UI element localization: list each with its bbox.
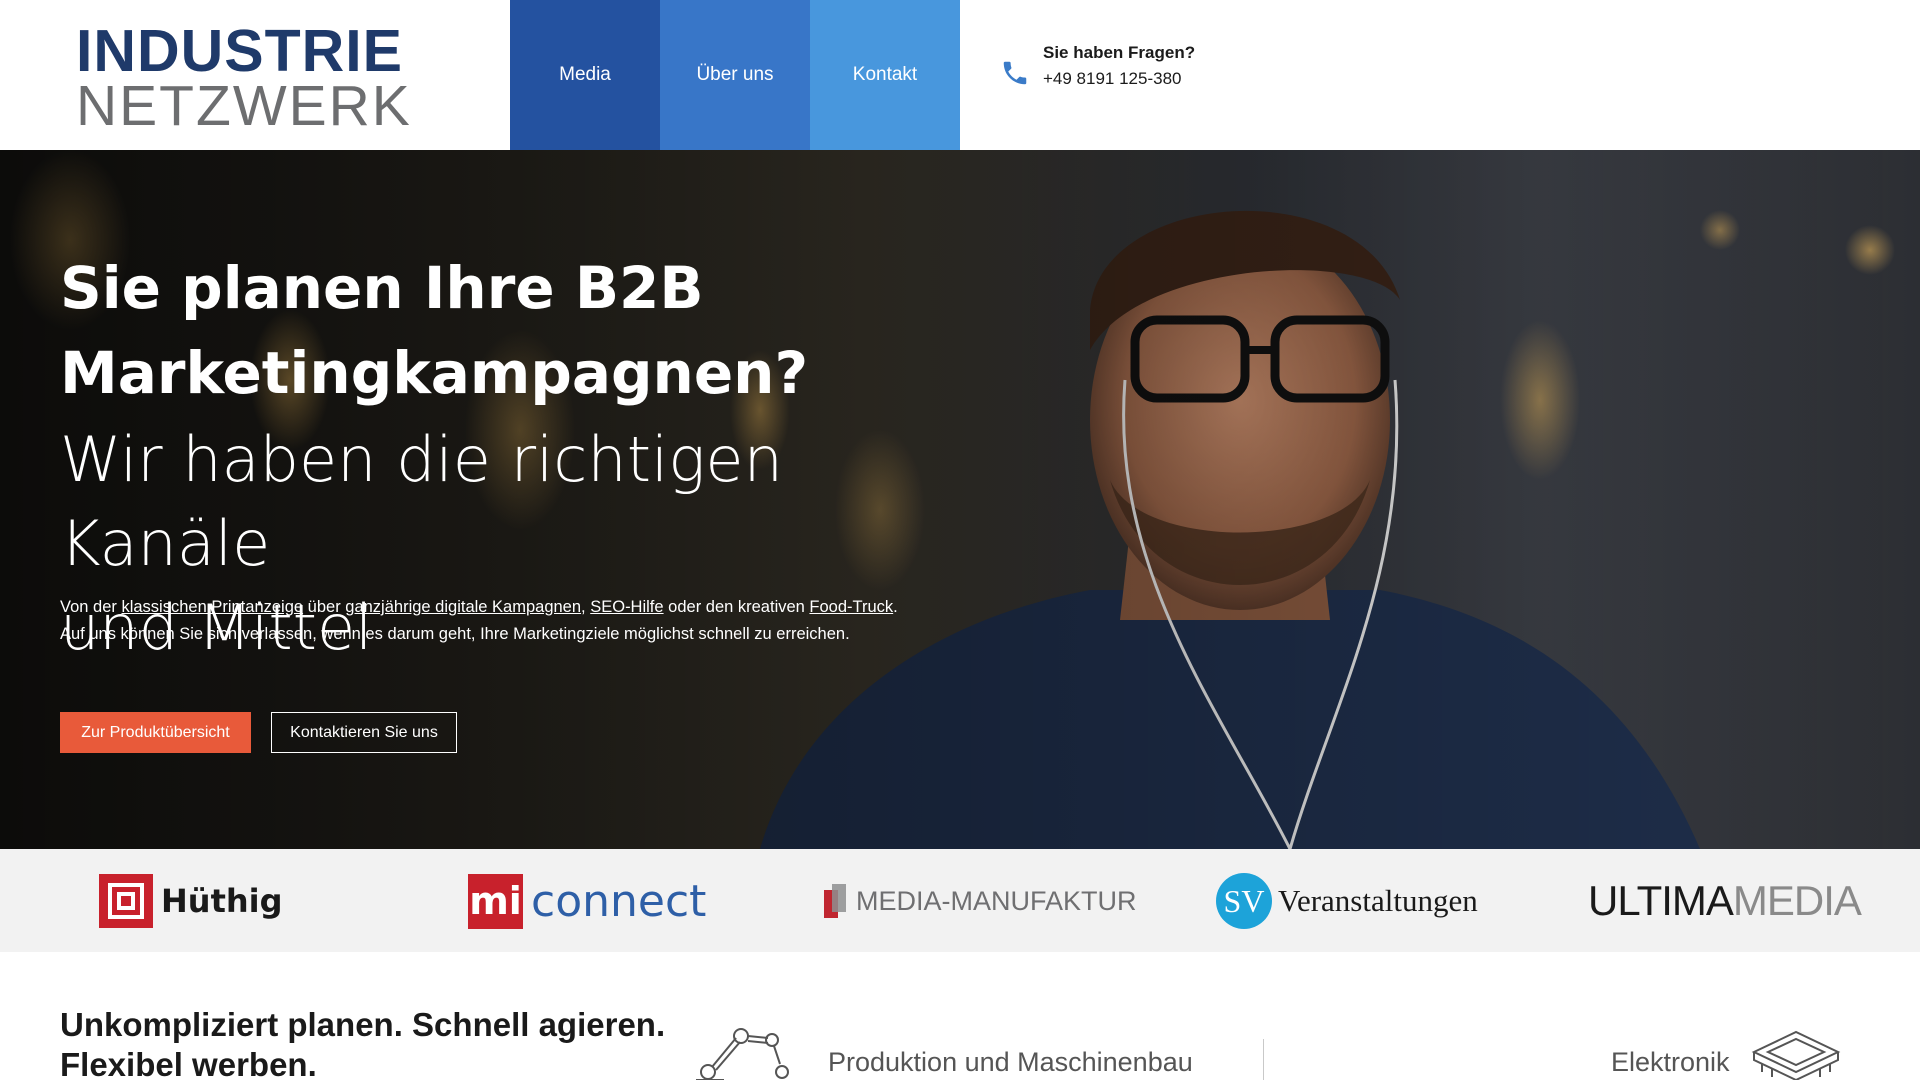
category-divider [1263, 1039, 1264, 1080]
section-title: Unkompliziert planen. Schnell agieren. F… [60, 1005, 700, 1080]
category-electronics[interactable]: Elektronik [1611, 1047, 1730, 1078]
link-print-ad[interactable]: klassischen Printanzeige [121, 598, 303, 616]
nav-item-media[interactable]: Media [510, 0, 660, 150]
hero-text-comma: , [581, 598, 591, 616]
phone-icon [1003, 61, 1027, 85]
industrie-netzwerk-logo[interactable]: INDUSTRIE NETZWERK [76, 22, 410, 135]
ultima-name-part-2: MEDIA [1732, 877, 1862, 924]
nav-item-contact[interactable]: Kontakt [810, 0, 960, 150]
huthig-name: Hüthig [161, 882, 283, 920]
hero-text-oder: oder den kreativen [663, 598, 810, 616]
media-manufaktur-name: MEDIA-MANUFAKTUR [856, 885, 1137, 916]
hero-text-period: . [893, 598, 898, 616]
link-seo-help[interactable]: SEO-Hilfe [590, 598, 663, 616]
chip-icon [1751, 1030, 1841, 1080]
logo-line-1: INDUSTRIE [76, 18, 403, 84]
contact-phone-number[interactable]: +49 8191 125-380 [1043, 69, 1182, 89]
mi-connect-name: connect [531, 875, 707, 927]
sv-mark-icon: SV [1216, 873, 1272, 929]
link-digital-campaigns[interactable]: ganzjährige digitale Kampagnen [345, 598, 581, 616]
hero-text-intro: Von der [60, 598, 122, 616]
sv-veranstaltungen-logo[interactable]: SV Veranstaltungen [1216, 872, 1478, 930]
huthig-logo[interactable]: Hüthig [99, 872, 283, 930]
section-title-line-1: Unkompliziert planen. Schnell agieren. [60, 1006, 666, 1043]
robot-arm-icon [696, 1028, 789, 1080]
media-manufaktur-logo[interactable]: MEDIA-MANUFAKTUR [824, 872, 1137, 930]
sv-veranstaltungen-name: Veranstaltungen [1278, 883, 1478, 918]
hero-text-uber: über [303, 598, 346, 616]
hero-banner: Sie planen Ihre B2B Marketingkampagnen? … [0, 150, 1920, 849]
hero-description: Von der klassischen Printanzeige über ga… [60, 594, 1020, 648]
nav-item-about[interactable]: Über uns [660, 0, 810, 150]
contact-us-button[interactable]: Kontaktieren Sie uns [271, 712, 457, 753]
main-nav: Media Über uns Kontakt [510, 0, 960, 150]
mi-connect-logo[interactable]: mi connect [468, 872, 706, 930]
mi-mark-icon: mi [468, 873, 523, 929]
category-production[interactable]: Produktion und Maschinenbau [828, 1047, 1193, 1078]
section-title-line-2: Flexibel werben. [60, 1046, 317, 1080]
huthig-mark-icon [99, 874, 153, 928]
ultima-media-logo[interactable]: ULTIMA MEDIA [1588, 872, 1862, 930]
hero-title-line-2: Marketingkampagnen? [60, 339, 809, 407]
hero-text-line-2: Auf uns können Sie sich verlassen, wenn … [60, 625, 850, 643]
site-header: INDUSTRIE NETZWERK Media Über uns Kontak… [0, 0, 1920, 150]
hero-title: Sie planen Ihre B2B Marketingkampagnen? [60, 246, 960, 416]
product-overview-button[interactable]: Zur Produktübersicht [60, 712, 251, 753]
contact-question: Sie haben Fragen? [1043, 43, 1196, 62]
media-manufaktur-mark-icon [824, 884, 848, 918]
logo-line-2: NETZWERK [76, 74, 412, 138]
ultima-name-part-1: ULTIMA [1588, 877, 1734, 924]
hero-subtitle-line-1: Wir haben die richtigen Kanäle [60, 423, 783, 580]
link-food-truck[interactable]: Food-Truck [809, 598, 893, 616]
brand-logo-strip: Hüthig mi connect MEDIA-MANUFAKTUR SV Ve… [0, 849, 1920, 952]
hero-title-line-1: Sie planen Ihre B2B [60, 254, 704, 322]
